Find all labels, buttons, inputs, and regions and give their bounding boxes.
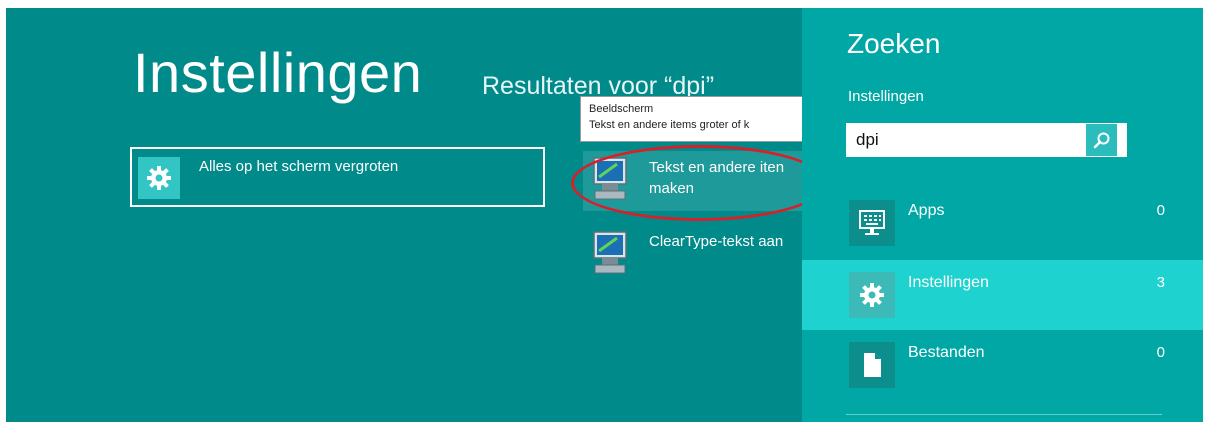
result-item-text-size[interactable]: Tekst en andere iten maken: [583, 151, 802, 211]
monitor-icon: [589, 229, 631, 277]
search-input[interactable]: [846, 123, 1086, 157]
monitor-icon: [589, 155, 631, 203]
result-item-cleartype[interactable]: ClearType-tekst aan: [583, 225, 802, 285]
category-count: 0: [1156, 202, 1165, 219]
tooltip-title: Beeldscherm: [589, 103, 654, 115]
search-button[interactable]: [1085, 123, 1118, 157]
category-label: Bestanden: [908, 344, 985, 361]
result-label: ClearType-tekst aan: [649, 233, 784, 250]
category-files[interactable]: Bestanden 0: [802, 330, 1203, 400]
charm-title: Zoeken: [847, 28, 941, 59]
gear-icon: [849, 272, 895, 318]
tooltip-text: Tekst en andere items groter of k: [589, 119, 750, 131]
result-label: Alles op het scherm vergroten: [199, 158, 399, 175]
category-count: 3: [1156, 274, 1165, 291]
result-item-enlarge-screen[interactable]: Alles op het scherm vergroten: [130, 147, 545, 207]
document-icon: [849, 342, 895, 388]
category-label: Apps: [908, 202, 945, 219]
result-label: Tekst en andere iten maken: [649, 159, 785, 197]
search-charm-pane: Zoeken Instellingen ✕: [802, 8, 1203, 422]
search-icon: [1093, 132, 1109, 149]
category-label: Instellingen: [908, 274, 989, 291]
gear-icon: [138, 157, 180, 199]
category-count: 0: [1156, 344, 1165, 361]
search-scope-label: Instellingen: [848, 88, 924, 105]
category-settings[interactable]: Instellingen 3: [802, 260, 1203, 330]
page-title: Instellingen: [133, 41, 423, 104]
results-area: Instellingen Resultaten voor “dpi” Alles…: [6, 8, 827, 422]
screen: Instellingen Resultaten voor “dpi” Alles…: [6, 8, 1203, 422]
category-apps[interactable]: Apps 0: [802, 188, 1203, 258]
keyboard-monitor-icon: [849, 200, 895, 246]
tooltip: Beeldscherm Tekst en andere items groter…: [580, 96, 804, 142]
divider: [846, 414, 1162, 415]
